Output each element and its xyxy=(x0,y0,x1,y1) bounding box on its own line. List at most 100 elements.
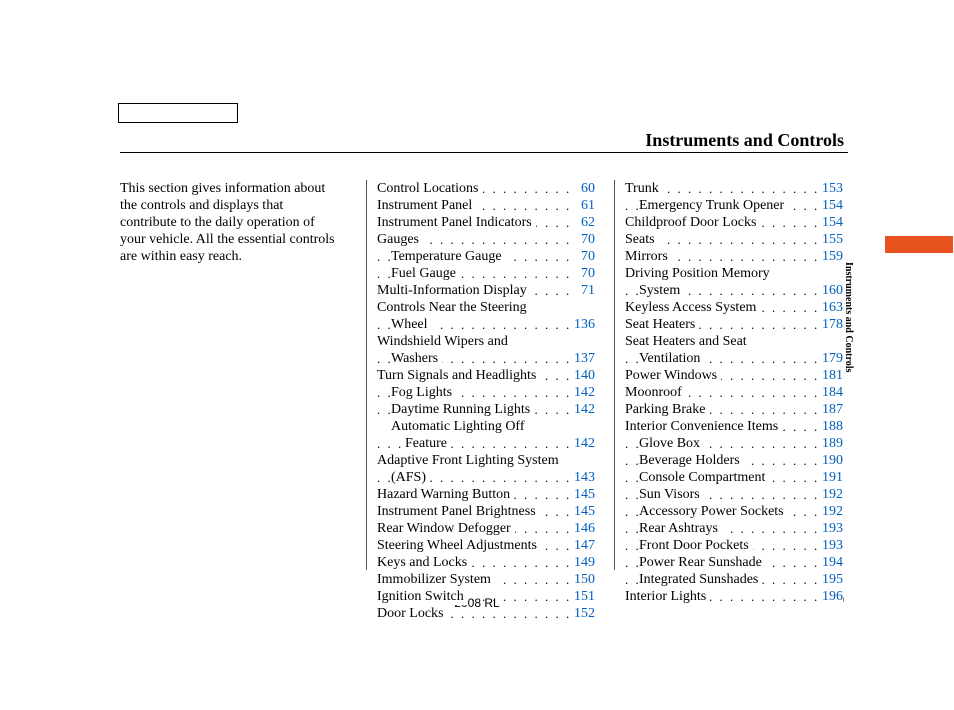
toc-entry: Wheel . . . . . . . . . . . . . . . . . … xyxy=(377,316,595,333)
toc-entry-label: Integrated Sunshades xyxy=(639,571,762,588)
toc-page-link[interactable]: 60 xyxy=(577,180,595,197)
toc-entry-label: Interior Convenience Items xyxy=(625,418,782,435)
toc-page-link[interactable]: 184 xyxy=(818,384,843,401)
toc-entry-label: Hazard Warning Button xyxy=(377,486,514,503)
toc-page-link[interactable]: 192 xyxy=(818,503,843,520)
toc-entry-label: Ignition Switch xyxy=(377,588,468,605)
toc-page-link[interactable]: 142 xyxy=(570,384,595,401)
toc-entry: Sun Visors . . . . . . . . . . . . . . .… xyxy=(625,486,843,503)
toc-entry: Steering Wheel Adjustments . . . . . . .… xyxy=(377,537,595,554)
toc-page-link[interactable]: 154 xyxy=(818,197,843,214)
toc-entry-label: Washers xyxy=(391,350,442,367)
toc-page-link[interactable]: 153 xyxy=(818,180,843,197)
toc-page-link[interactable]: 193 xyxy=(818,520,843,537)
toc-page-link[interactable]: 62 xyxy=(577,214,595,231)
toc-page-link[interactable]: 137 xyxy=(570,350,595,367)
toc-entry: Immobilizer System . . . . . . . . . . .… xyxy=(377,571,595,588)
toc-entry: Beverage Holders . . . . . . . . . . . .… xyxy=(625,452,843,469)
toc-page-link[interactable]: 149 xyxy=(570,554,595,571)
toc-entry: Front Door Pockets . . . . . . . . . . .… xyxy=(625,537,843,554)
toc-page-link[interactable]: 196 xyxy=(818,588,843,605)
toc-page-link[interactable]: 146 xyxy=(570,520,595,537)
toc-entry-label: Ventilation xyxy=(639,350,704,367)
toc-entry-label: Instrument Panel Brightness xyxy=(377,503,540,520)
toc-entry-label: Door Locks xyxy=(377,605,448,622)
toc-entry-label: Rear Window Defogger xyxy=(377,520,515,537)
toc-page-link[interactable]: 154 xyxy=(818,214,843,231)
toc-entry-label: Interior Lights xyxy=(625,588,710,605)
toc-page-link[interactable]: 191 xyxy=(818,469,843,486)
toc-entry: Parking Brake . . . . . . . . . . . . . … xyxy=(625,401,843,418)
toc-entry: Rear Window Defogger . . . . . . . . . .… xyxy=(377,520,595,537)
toc-entry-label: Accessory Power Sockets xyxy=(639,503,788,520)
toc-page-link[interactable]: 192 xyxy=(818,486,843,503)
toc-page-link[interactable]: 163 xyxy=(818,299,843,316)
toc-entry-label: Rear Ashtrays xyxy=(639,520,722,537)
toc-page-link[interactable]: 142 xyxy=(570,401,595,418)
toc-entry: Temperature Gauge . . . . . . . . . . . … xyxy=(377,248,595,265)
document-page: Instruments and Controls Instruments and… xyxy=(0,0,954,710)
toc-page-link[interactable]: 189 xyxy=(818,435,843,452)
toc-entry: Fuel Gauge . . . . . . . . . . . . . . .… xyxy=(377,265,595,282)
header-box xyxy=(118,103,238,123)
toc-page-link[interactable]: 145 xyxy=(570,486,595,503)
toc-entry: Mirrors . . . . . . . . . . . . . . . . … xyxy=(625,248,843,265)
toc-entry: Feature . . . . . . . . . . . . . . . . … xyxy=(377,435,595,452)
toc-page-link[interactable]: 159 xyxy=(818,248,843,265)
toc-entry-label: Fuel Gauge xyxy=(391,265,460,282)
toc-page-link[interactable]: 193 xyxy=(818,537,843,554)
toc-entry: Instrument Panel . . . . . . . . . . . .… xyxy=(377,197,595,214)
toc-entry: Fog Lights . . . . . . . . . . . . . . .… xyxy=(377,384,595,401)
toc-page-link[interactable]: 70 xyxy=(577,248,595,265)
toc-entry: Door Locks . . . . . . . . . . . . . . .… xyxy=(377,605,595,622)
toc-entry: Rear Ashtrays . . . . . . . . . . . . . … xyxy=(625,520,843,537)
toc-entry-label: Mirrors xyxy=(625,248,672,265)
toc-page-link[interactable]: 194 xyxy=(818,554,843,571)
toc-page-link[interactable]: 179 xyxy=(818,350,843,367)
toc-page-link[interactable]: 195 xyxy=(818,571,843,588)
toc-entry: Moonroof . . . . . . . . . . . . . . . .… xyxy=(625,384,843,401)
toc-page-link[interactable]: 70 xyxy=(577,265,595,282)
toc-entry: Keys and Locks . . . . . . . . . . . . .… xyxy=(377,554,595,571)
toc-entry: Integrated Sunshades . . . . . . . . . .… xyxy=(625,571,843,588)
toc-entry-label: Glove Box xyxy=(639,435,704,452)
toc-entry-label: Wheel xyxy=(391,316,432,333)
toc-page-link[interactable]: 160 xyxy=(818,282,843,299)
toc-entry-label: Keys and Locks xyxy=(377,554,471,571)
toc-page-link[interactable]: 142 xyxy=(570,435,595,452)
toc-entry-label: (AFS) xyxy=(391,469,430,486)
toc-entry: Control Locations . . . . . . . . . . . … xyxy=(377,180,595,197)
toc-page-link[interactable]: 151 xyxy=(570,588,595,605)
toc-page-link[interactable]: 187 xyxy=(818,401,843,418)
toc-page-link[interactable]: 140 xyxy=(570,367,595,384)
toc-entry: Interior Convenience Items . . . . . . .… xyxy=(625,418,843,435)
toc-page-link[interactable]: 147 xyxy=(570,537,595,554)
toc-page-link[interactable]: 181 xyxy=(818,367,843,384)
toc-entry: Power Rear Sunshade . . . . . . . . . . … xyxy=(625,554,843,571)
toc-page-link[interactable]: 136 xyxy=(570,316,595,333)
toc-page-link[interactable]: 143 xyxy=(570,469,595,486)
toc-entry: Turn Signals and Headlights . . . . . . … xyxy=(377,367,595,384)
toc-entry-label: Keyless Access System xyxy=(625,299,760,316)
toc-entry-label: Driving Position Memory xyxy=(625,265,774,282)
toc-entry-label: Windshield Wipers and xyxy=(377,333,512,350)
toc-page-link[interactable]: 150 xyxy=(570,571,595,588)
toc-entry-label: Instrument Panel xyxy=(377,197,476,214)
toc-entry: Seat Heaters and Seat . . . . . . . . . … xyxy=(625,333,843,350)
toc-entry: Ventilation . . . . . . . . . . . . . . … xyxy=(625,350,843,367)
toc-entry: Multi-Information Display . . . . . . . … xyxy=(377,282,595,299)
toc-column-3: Trunk . . . . . . . . . . . . . . . . . … xyxy=(614,180,843,570)
toc-page-link[interactable]: 61 xyxy=(577,197,595,214)
toc-entry-label: Console Compartment xyxy=(639,469,769,486)
toc-page-link[interactable]: 71 xyxy=(577,282,595,299)
toc-page-link[interactable]: 70 xyxy=(577,231,595,248)
toc-page-link[interactable]: 152 xyxy=(570,605,595,622)
toc-entry-label: Turn Signals and Headlights xyxy=(377,367,540,384)
toc-entry: Glove Box . . . . . . . . . . . . . . . … xyxy=(625,435,843,452)
toc-page-link[interactable]: 155 xyxy=(818,231,843,248)
toc-page-link[interactable]: 188 xyxy=(818,418,843,435)
toc-page-link[interactable]: 190 xyxy=(818,452,843,469)
toc-entry-label: Daytime Running Lights xyxy=(391,401,534,418)
toc-page-link[interactable]: 178 xyxy=(818,316,843,333)
toc-page-link[interactable]: 145 xyxy=(570,503,595,520)
